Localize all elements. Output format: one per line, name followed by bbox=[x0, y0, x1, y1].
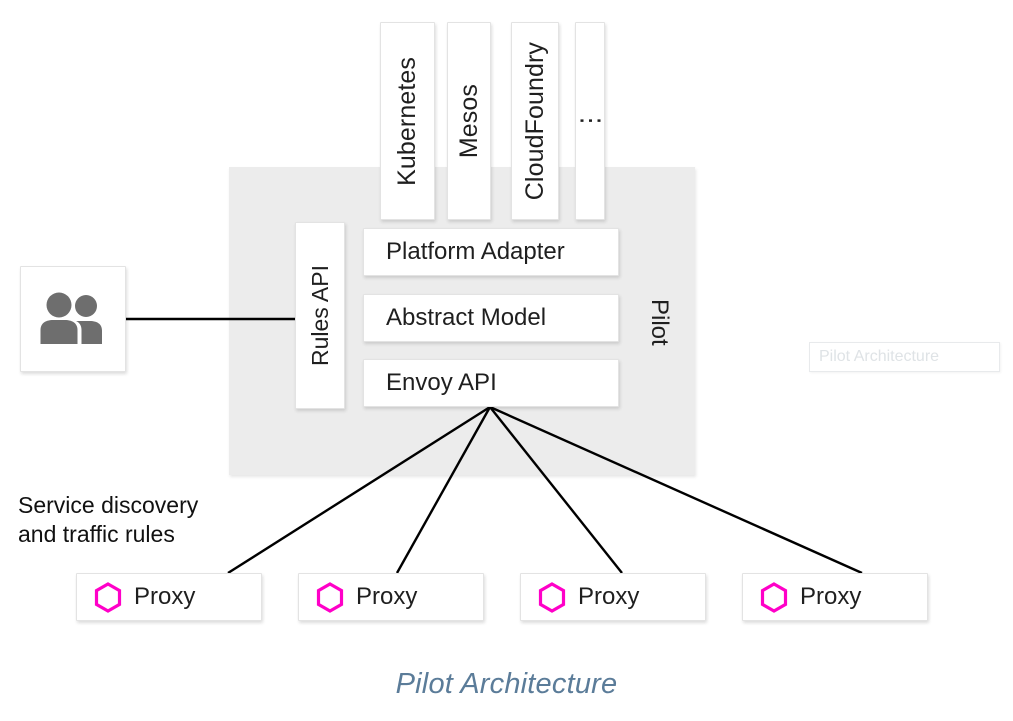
platform-more-ellipsis-icon: ⋮ bbox=[575, 108, 604, 134]
proxy-box-4: Proxy bbox=[742, 573, 928, 621]
platform-box-mesos-label: Mesos bbox=[454, 83, 483, 159]
pilot-row-envoy-api-label: Envoy API bbox=[386, 369, 497, 396]
platform-box-kubernetes-label: Kubernetes bbox=[393, 56, 421, 186]
pilot-row-platform-adapter-label: Platform Adapter bbox=[386, 238, 565, 265]
clients-users-card bbox=[20, 266, 126, 372]
proxy-box-2: Proxy bbox=[298, 573, 484, 621]
proxy-box-2-label: Proxy bbox=[356, 583, 418, 610]
envoy-hexagon-icon bbox=[760, 581, 788, 613]
proxy-box-3-label: Proxy bbox=[578, 583, 640, 610]
pilot-row-abstract-model-label: Abstract Model bbox=[386, 304, 547, 331]
envoy-hexagon-icon bbox=[538, 581, 566, 613]
pilot-row-abstract-model: Abstract Model bbox=[363, 294, 619, 342]
rules-api-label: Rules API bbox=[306, 265, 333, 366]
alt-text-badge-label: Pilot Architecture bbox=[819, 348, 940, 365]
service-discovery-annotation: Service discovery and traffic rules bbox=[18, 492, 199, 547]
pilot-container-label: Pilot bbox=[644, 285, 674, 359]
proxy-box-1: Proxy bbox=[76, 573, 262, 621]
pilot-architecture-diagram: Kubernetes Mesos CloudFoundry ⋮ Rules API P… bbox=[0, 0, 1013, 721]
platform-box-mesos: Mesos bbox=[447, 22, 491, 220]
platform-box-kubernetes: Kubernetes bbox=[380, 22, 435, 220]
users-icon bbox=[40, 292, 102, 344]
envoy-hexagon-icon bbox=[94, 581, 122, 613]
rules-api-card: Rules API bbox=[295, 222, 345, 409]
platform-box-cloudfoundry: CloudFoundry bbox=[511, 22, 559, 220]
pilot-row-platform-adapter: Platform Adapter bbox=[363, 228, 619, 276]
platform-box-more: ⋮ bbox=[575, 22, 605, 220]
pilot-container-label-text: Pilot bbox=[646, 298, 673, 346]
proxy-box-3: Proxy bbox=[520, 573, 706, 621]
alt-text-badge: Pilot Architecture bbox=[809, 342, 1000, 372]
envoy-hexagon-icon bbox=[316, 581, 344, 613]
proxy-box-4-label: Proxy bbox=[800, 583, 862, 610]
proxy-box-1-label: Proxy bbox=[134, 583, 196, 610]
figure-caption: Pilot Architecture bbox=[395, 668, 618, 700]
pilot-row-envoy-api: Envoy API bbox=[363, 359, 619, 407]
platform-box-cloudfoundry-label: CloudFoundry bbox=[520, 41, 549, 201]
